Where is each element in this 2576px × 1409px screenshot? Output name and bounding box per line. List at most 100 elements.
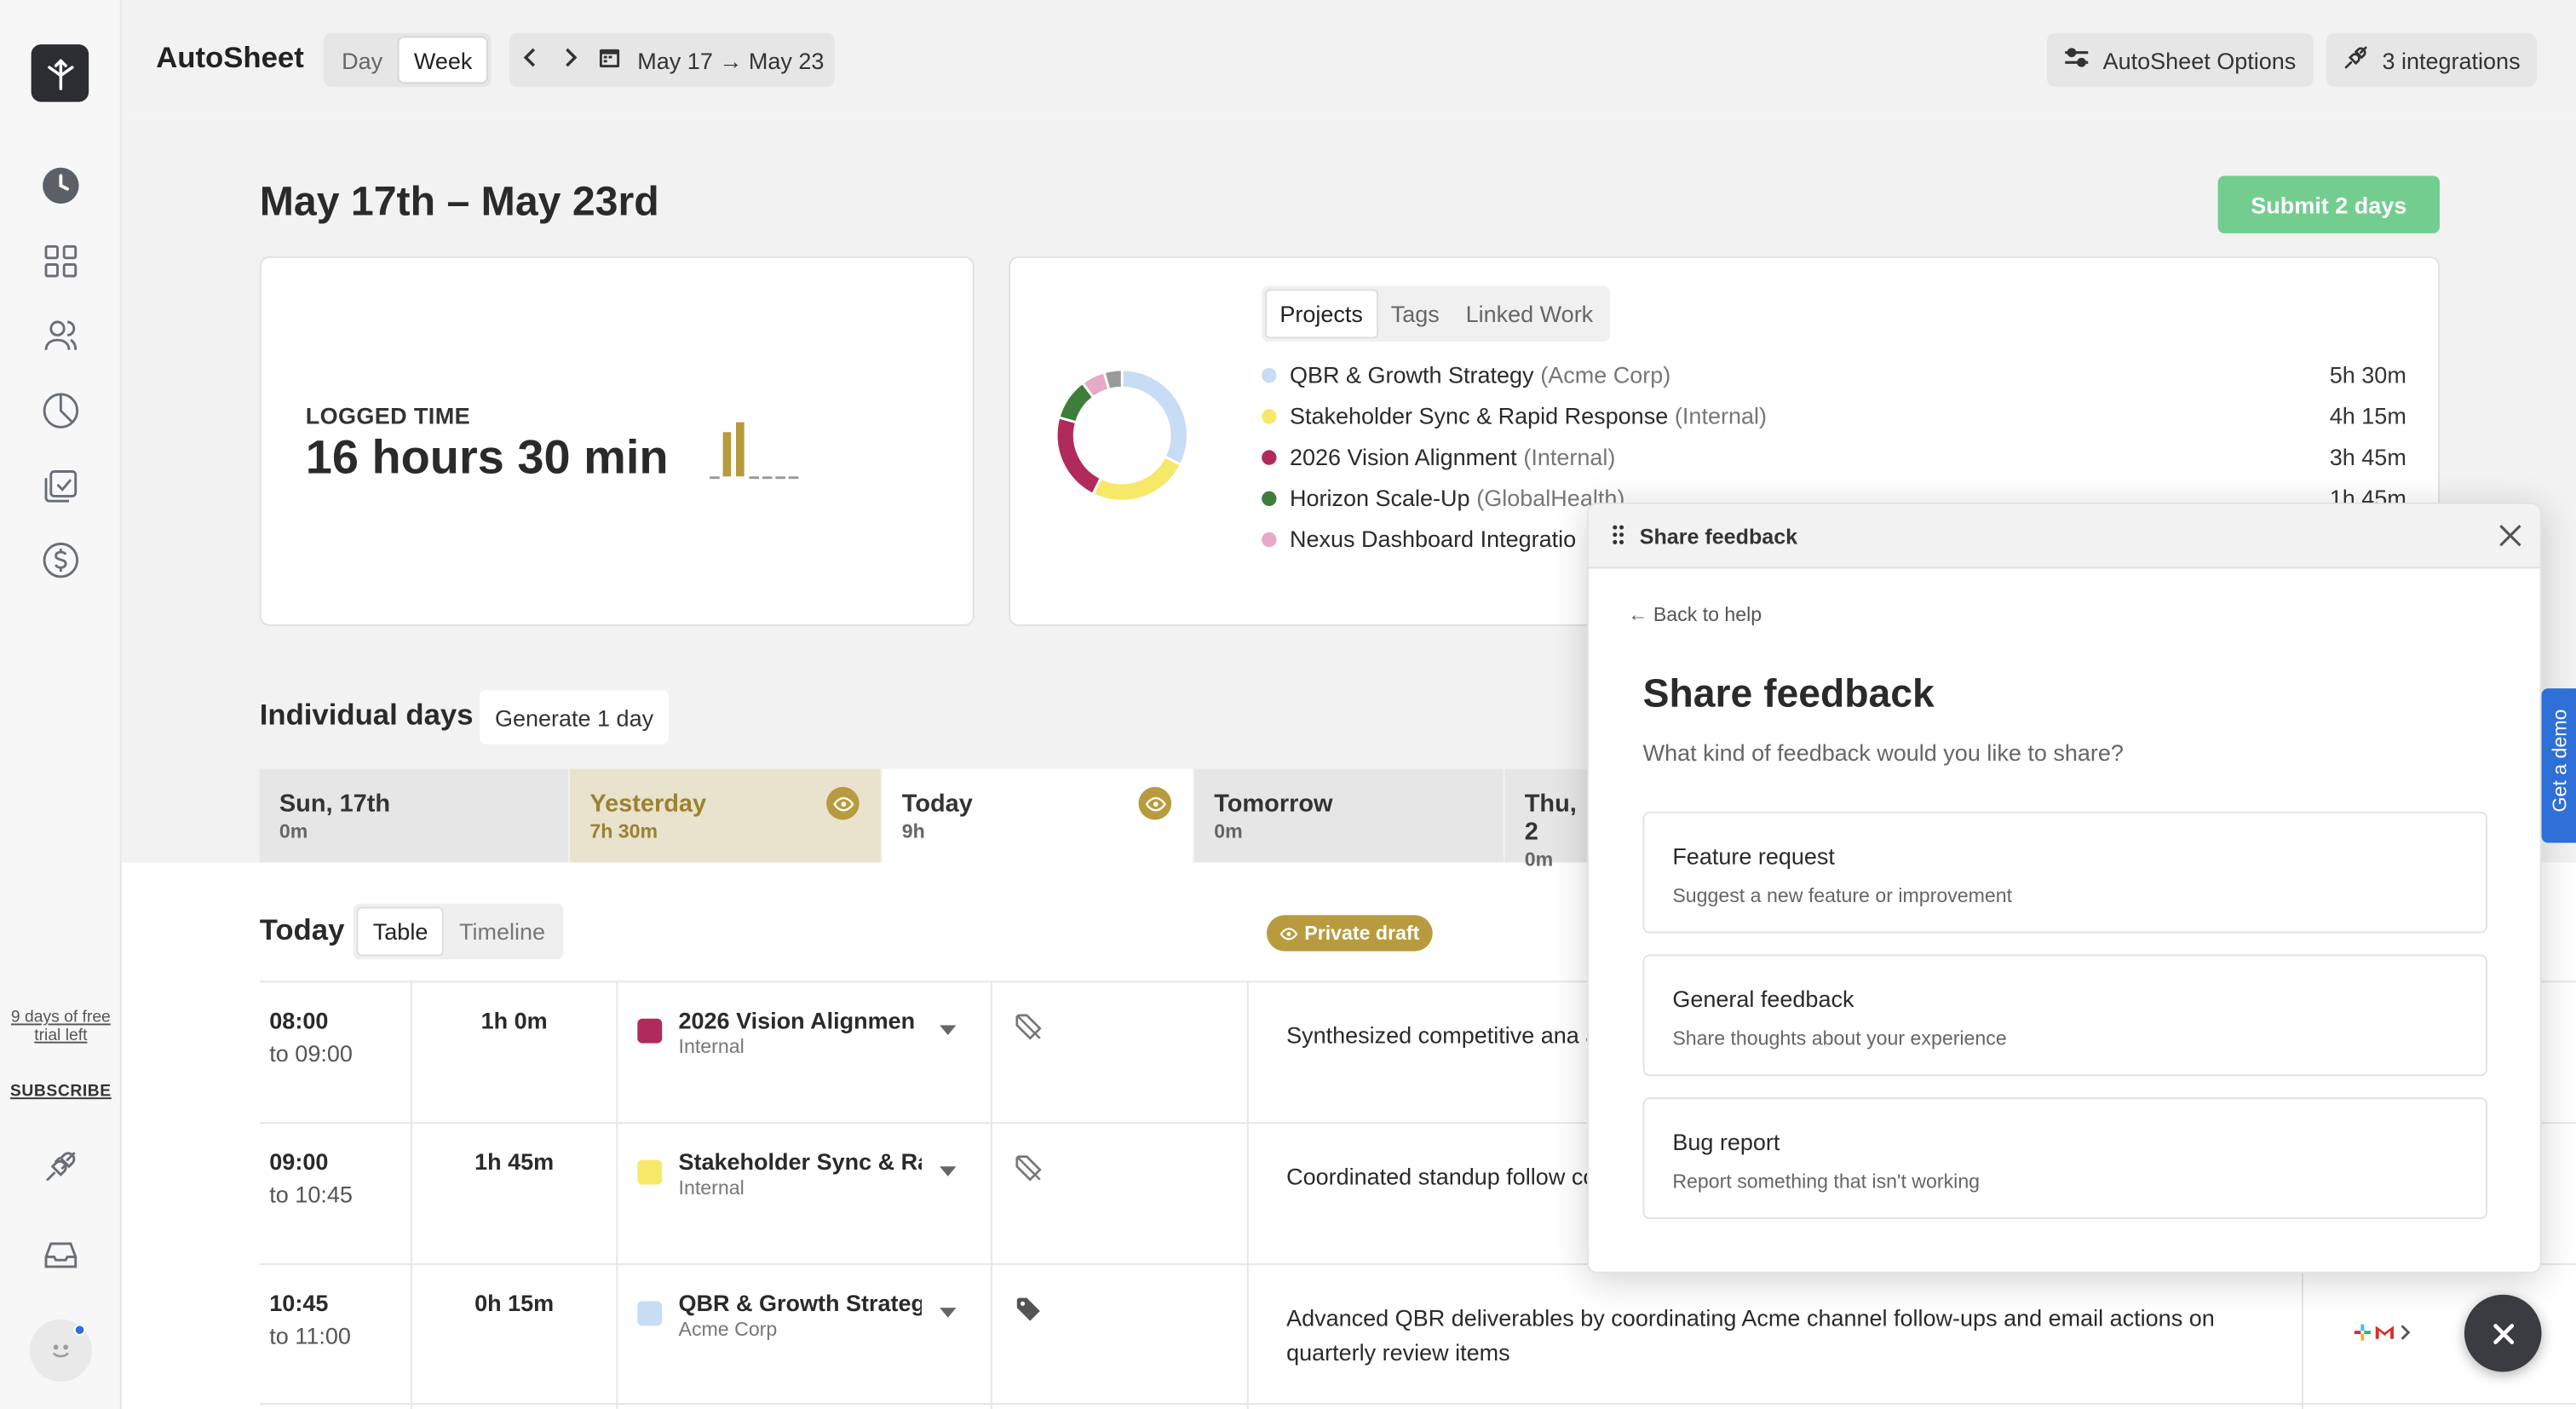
entry-duration[interactable]: 0h 15m — [411, 1290, 618, 1316]
sidebar: 9 days of free trial left SUBSCRIBE — [0, 0, 122, 1409]
entry-duration[interactable]: 1h 0m — [411, 1007, 618, 1033]
close-help-button[interactable] — [2464, 1294, 2542, 1372]
clock-icon[interactable] — [36, 161, 85, 210]
app-root: 9 days of free trial left SUBSCRIBE Auto… — [0, 0, 2576, 1409]
project-hours: 3h 45m — [2329, 443, 2406, 470]
calendar-icon[interactable] — [598, 46, 621, 74]
eye-icon[interactable] — [1138, 786, 1172, 820]
task-check-icon[interactable] — [36, 462, 85, 511]
integrations-button[interactable]: 3 integrations — [2326, 32, 2537, 88]
project-row[interactable]: QBR & Growth Strategy (Acme Corp) 5h 30m — [1262, 358, 2412, 391]
day-name: Sun, 17th — [279, 790, 391, 819]
donut-slice — [1090, 455, 1183, 503]
slack-icon — [2354, 1324, 2371, 1341]
day-name: Yesterday — [589, 790, 707, 819]
eye-icon — [1279, 927, 1298, 940]
feedback-subtitle: What kind of feedback would you like to … — [1642, 739, 2124, 766]
project-hours: 5h 30m — [2329, 361, 2406, 388]
tab-table[interactable]: Table — [356, 906, 445, 957]
feedback-title: Share feedback — [1642, 671, 1935, 716]
generate-day-button[interactable]: Generate 1 day — [480, 690, 669, 745]
chevron-left-icon[interactable] — [519, 46, 542, 74]
entry-start-time[interactable]: 08:00 — [269, 1007, 328, 1033]
close-icon[interactable] — [2494, 519, 2527, 552]
chevron-down-icon[interactable] — [940, 1308, 957, 1318]
option-description: Report something that isn't working — [1672, 1170, 1981, 1193]
dollar-icon[interactable] — [36, 536, 85, 585]
day-tab-tomorrow[interactable]: Tomorrow 0m — [1194, 768, 1504, 863]
feature-request-option[interactable]: Feature request Suggest a new feature or… — [1642, 811, 2487, 934]
logo-icon — [47, 58, 73, 89]
entry-project[interactable]: 2026 Vision Alignmen — [679, 1007, 922, 1033]
inbox-icon[interactable] — [36, 1231, 85, 1280]
chevron-down-icon[interactable] — [940, 1166, 957, 1176]
day-hours: 9h — [901, 820, 925, 843]
view-week-option[interactable]: Week — [397, 36, 489, 84]
eye-icon[interactable] — [826, 786, 860, 820]
entry-end-time[interactable]: to 10:45 — [269, 1182, 353, 1208]
table-row[interactable]: 10:45 to 11:00 0h 15m QBR & Growth Strat… — [259, 1263, 2576, 1405]
subscribe-link[interactable]: SUBSCRIBE — [7, 1083, 115, 1101]
drag-handle-icon[interactable] — [1612, 524, 1624, 545]
date-navigator: May 17 → May 23 — [509, 32, 834, 88]
entry-description[interactable]: Advanced QBR deliverables by coordinatin… — [1286, 1301, 2272, 1370]
logged-time-value: 16 hours 30 min — [305, 432, 669, 485]
tag-off-icon[interactable] — [1014, 1012, 1044, 1042]
entry-start-time[interactable]: 10:45 — [269, 1290, 328, 1316]
entry-project[interactable]: Stakeholder Sync & Ra — [679, 1148, 922, 1175]
tab-timeline[interactable]: Timeline — [445, 907, 561, 957]
day-tab-sun[interactable]: Sun, 17th 0m — [259, 768, 569, 863]
draft-label: Private draft — [1304, 921, 1420, 945]
trial-notice[interactable]: 9 days of free trial left — [7, 1009, 115, 1044]
entry-end-time[interactable]: to 11:00 — [269, 1323, 351, 1349]
project-color-swatch — [637, 1301, 663, 1326]
tab-linked-work[interactable]: Linked Work — [1452, 289, 1606, 338]
plug-icon[interactable] — [36, 1142, 85, 1191]
day-hours: 7h 30m — [589, 820, 658, 843]
submit-days-button[interactable]: Submit 2 days — [2217, 175, 2440, 233]
option-description: Share thoughts about your experience — [1672, 1027, 2007, 1050]
entry-org: Internal — [678, 1035, 745, 1059]
users-icon[interactable] — [36, 311, 85, 360]
tag-off-icon[interactable] — [1014, 1153, 1044, 1183]
back-to-help-link[interactable]: ← Back to help — [1628, 603, 1762, 626]
entry-duration[interactable]: 1h 45m — [411, 1148, 618, 1175]
linked-integrations[interactable] — [2354, 1324, 2413, 1341]
project-color-dot — [1262, 408, 1277, 423]
project-color-dot — [1262, 449, 1277, 464]
option-title: Bug report — [1672, 1128, 1780, 1155]
gmail-icon — [2375, 1326, 2394, 1339]
entry-end-time[interactable]: to 09:00 — [269, 1040, 353, 1067]
bug-report-option[interactable]: Bug report Report something that isn't w… — [1642, 1097, 2487, 1220]
project-row[interactable]: 2026 Vision Alignment (Internal) 3h 45m — [1262, 440, 2412, 474]
get-demo-tab[interactable]: Get a demo — [2541, 688, 2576, 843]
app-logo[interactable] — [31, 44, 89, 102]
chevron-down-icon[interactable] — [940, 1025, 957, 1036]
autosheet-options-button[interactable]: AutoSheet Options — [2047, 32, 2313, 88]
page-title: May 17th – May 23rd — [259, 179, 659, 226]
tab-tags[interactable]: Tags — [1377, 289, 1452, 338]
date-range-label[interactable]: May 17 → May 23 — [637, 47, 824, 73]
tab-projects[interactable]: Projects — [1265, 289, 1378, 339]
project-org: (Internal) — [1523, 443, 1616, 470]
grid-icon[interactable] — [36, 237, 85, 286]
logged-time-card: LOGGED TIME 16 hours 30 min — [259, 256, 975, 626]
donut-slice — [1055, 416, 1103, 497]
chevron-right-icon[interactable] — [559, 46, 582, 74]
day-name: Today — [901, 790, 973, 819]
pie-chart-icon[interactable] — [36, 386, 85, 435]
view-day-option[interactable]: Day — [327, 36, 398, 83]
entry-start-time[interactable]: 09:00 — [269, 1148, 328, 1175]
entry-project[interactable]: QBR & Growth Strateg — [679, 1290, 922, 1316]
panel-header[interactable]: Share feedback — [1588, 504, 2540, 569]
view-toggle: Day Week — [323, 32, 492, 88]
day-hours: 0m — [1214, 820, 1243, 843]
project-donut-chart — [1055, 368, 1189, 503]
donut-slice — [1120, 368, 1189, 467]
individual-days-title: Individual days — [259, 698, 474, 732]
tag-icon[interactable] — [1014, 1295, 1044, 1325]
option-title: General feedback — [1672, 986, 1854, 1013]
general-feedback-option[interactable]: General feedback Share thoughts about yo… — [1642, 954, 2487, 1077]
project-row[interactable]: Stakeholder Sync & Rapid Response (Inter… — [1262, 400, 2412, 433]
entry-org: Internal — [678, 1176, 745, 1199]
